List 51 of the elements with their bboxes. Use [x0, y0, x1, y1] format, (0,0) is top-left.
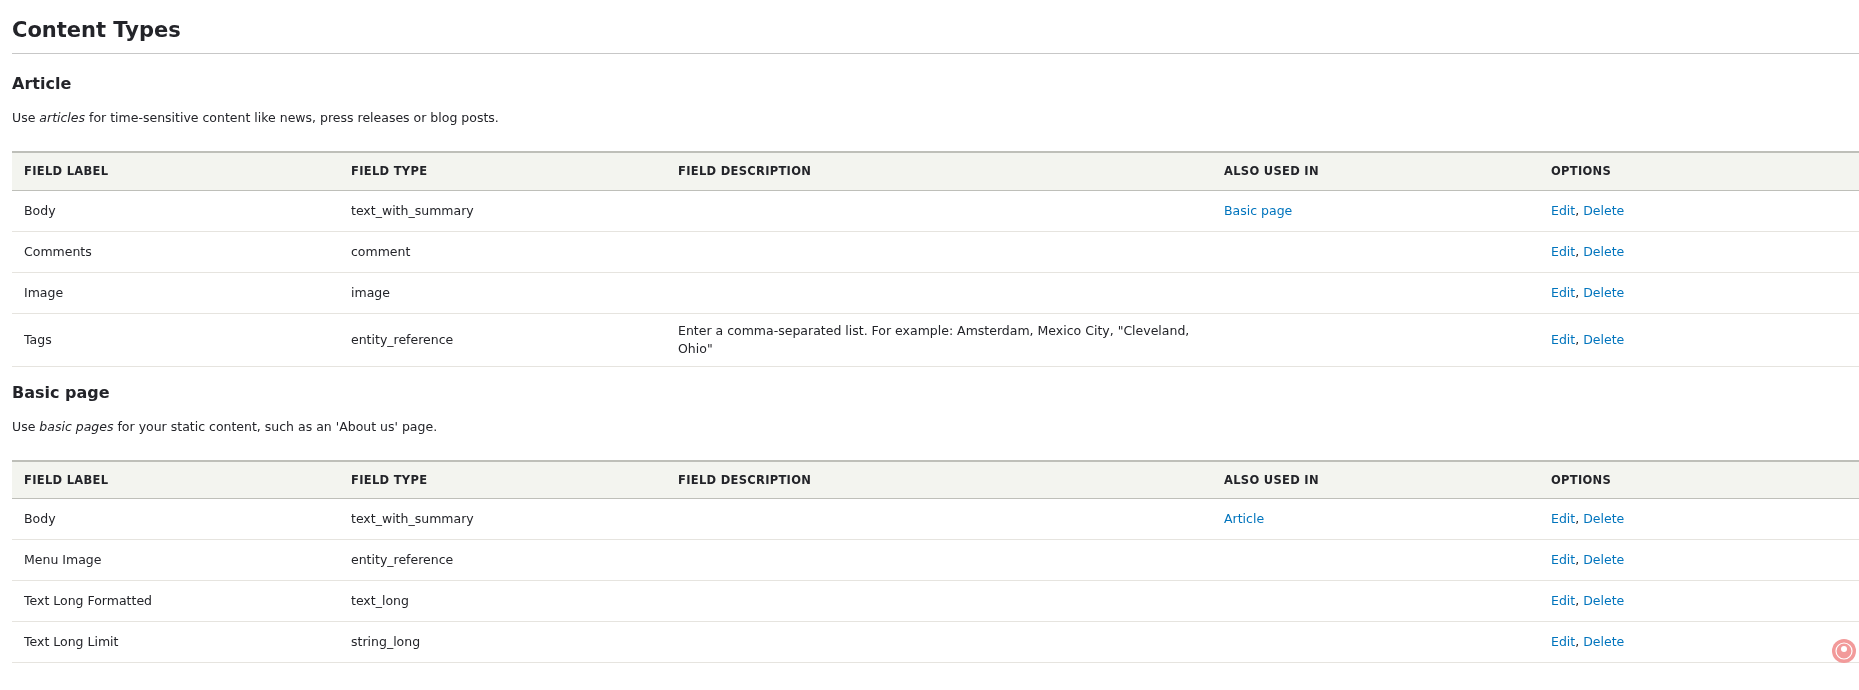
option-link[interactable]: Delete — [1583, 634, 1625, 649]
column-header: FIELD DESCRIPTION — [666, 152, 1212, 190]
column-header: FIELD DESCRIPTION — [666, 460, 1212, 499]
separator-text: , — [1575, 284, 1580, 300]
separator-text: , — [1575, 593, 1580, 608]
field-label: Tags — [24, 331, 52, 347]
section-title: Article — [12, 74, 72, 94]
option-link[interactable]: Delete — [1583, 202, 1625, 218]
separator-text: , — [1575, 243, 1580, 259]
page-title: Content Types — [12, 17, 181, 43]
field-type: text_long — [351, 593, 409, 608]
field-type: string_long — [351, 634, 421, 649]
field-type: comment — [351, 243, 411, 259]
separator-text: , — [1575, 552, 1580, 567]
option-link[interactable]: Delete — [1583, 511, 1625, 526]
separator-text: , — [1575, 634, 1580, 649]
option-link[interactable]: Delete — [1583, 284, 1625, 300]
column-header: FIELD TYPE — [339, 460, 666, 499]
section-description: Use articles for time-sensitive content like news, press releases or blog posts. — [12, 109, 499, 127]
option-link[interactable]: Delete — [1583, 331, 1625, 347]
column-header: ALSO USED IN — [1212, 460, 1539, 499]
field-label: Image — [24, 284, 64, 300]
field-type: entity_reference — [351, 331, 454, 347]
column-header: FIELD LABEL — [12, 460, 339, 499]
column-header: FIELD LABEL — [12, 152, 339, 190]
field-type: text_with_summary — [351, 511, 474, 526]
field-label: Text Long Formatted — [24, 593, 153, 608]
field-label: Body — [24, 202, 56, 218]
column-header: OPTIONS — [1539, 460, 1859, 499]
column-header: FIELD TYPE — [339, 152, 666, 190]
separator-text: , — [1575, 202, 1580, 218]
field-type: image — [351, 284, 390, 300]
option-link[interactable]: Delete — [1583, 243, 1625, 259]
option-link[interactable]: Delete — [1583, 593, 1625, 608]
column-header: ALSO USED IN — [1212, 152, 1539, 190]
field-type: entity_reference — [351, 552, 454, 567]
option-link[interactable]: Delete — [1583, 552, 1625, 567]
help-bubble-icon[interactable] — [1831, 638, 1857, 664]
field-type: text_with_summary — [351, 202, 474, 218]
field-label: Comments — [24, 243, 92, 259]
separator-text: , — [1575, 511, 1580, 526]
section-description: Use basic pages for your static content, such as an 'About us' page. — [12, 417, 438, 436]
column-header: OPTIONS — [1539, 152, 1859, 190]
field-label: Text Long Limit — [24, 634, 119, 649]
section-title: Basic page — [12, 382, 110, 403]
field-label: Menu Image — [24, 552, 102, 567]
content-type-link[interactable]: Article — [1224, 511, 1265, 526]
content-type-link[interactable]: Basic page — [1224, 202, 1293, 218]
separator-text: , — [1575, 331, 1580, 347]
field-label: Body — [24, 511, 56, 526]
field-description: Enter a comma-separated list. For example: Amsterdam, Mexico City, "Cleveland, Ohio" — [678, 322, 1190, 356]
